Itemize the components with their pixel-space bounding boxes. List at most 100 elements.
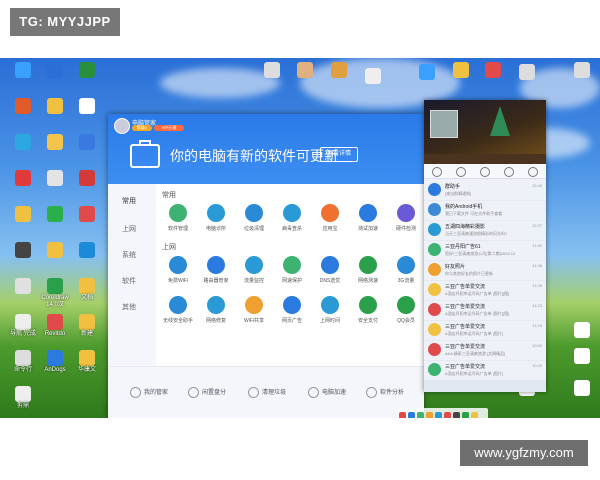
contact-item[interactable]: 三亚广告单爱交流 AAA 精彩三亚清爽旅游 [文摘精品] 10:52	[424, 340, 546, 361]
tool-item[interactable]: QQ会员	[386, 296, 424, 324]
contact-item[interactable]: 三亚广告单爱交流 A酒店丹阳幸运号码广告单 [图片] 11:15	[424, 320, 546, 341]
desktop-icon[interactable]	[565, 348, 599, 365]
desktop-icon[interactable]: 新建	[70, 314, 104, 338]
tab-space[interactable]	[504, 167, 514, 177]
desktop-icon[interactable]	[70, 170, 104, 187]
desktop-icon[interactable]	[6, 170, 40, 187]
desktop-icon[interactable]	[565, 322, 599, 339]
tab-messages[interactable]	[528, 167, 538, 177]
desktop-icon[interactable]	[70, 98, 104, 115]
tool-item[interactable]: 路由器管家	[196, 256, 236, 284]
desktop-icon[interactable]	[70, 242, 104, 259]
vip-badge[interactable]: VIP开通	[154, 125, 184, 131]
avatar[interactable]	[114, 118, 130, 134]
desktop-icon[interactable]	[6, 98, 40, 115]
tool-item[interactable]: 网络修复	[196, 296, 236, 324]
desktop-icon[interactable]: 华康文	[70, 350, 104, 374]
view-details-button[interactable]: 查看详情	[320, 147, 358, 162]
footer-clean[interactable]: 清理垃圾	[248, 387, 286, 398]
tray-icon[interactable]	[399, 412, 406, 418]
footer-analysis[interactable]: 软件分析	[366, 387, 404, 398]
footer-speedup[interactable]: 电脑加速	[308, 387, 346, 398]
desktop-icon[interactable]	[6, 242, 40, 259]
tray-icon[interactable]	[408, 412, 415, 418]
desktop-icon[interactable]: 剪鼎	[6, 386, 40, 410]
contact-item[interactable]: 三亚广告单爱交流 A酒店丹阳幸运号码广告单 [图片][图] 11:23	[424, 300, 546, 321]
tray-icon[interactable]	[444, 412, 451, 418]
desktop-icon[interactable]	[6, 134, 40, 151]
tool-item[interactable]: 网络测速	[348, 256, 388, 284]
avatar[interactable]	[430, 110, 458, 138]
tray-icon[interactable]	[462, 412, 469, 418]
sidebar-item-other[interactable]: 其他	[122, 302, 136, 312]
desktop-icon[interactable]	[70, 62, 104, 79]
desktop-icon[interactable]	[476, 62, 510, 79]
desktop-icon[interactable]	[322, 62, 356, 79]
desktop-icon[interactable]	[6, 62, 40, 79]
desktop-icon[interactable]	[510, 64, 544, 81]
desktop-icon[interactable]: AnDogs	[38, 350, 72, 374]
desktop-icon[interactable]	[38, 242, 72, 259]
tab-friends[interactable]	[456, 167, 466, 177]
tool-item[interactable]: 安全支付	[348, 296, 388, 324]
desktop-icon[interactable]: 命令行	[6, 350, 40, 374]
tool-item[interactable]: 软件管理	[158, 204, 198, 232]
desktop-icon[interactable]	[410, 64, 444, 81]
tool-item[interactable]: 垃圾清理	[234, 204, 274, 232]
tool-item[interactable]: 上网时间	[310, 296, 350, 324]
tray-icon[interactable]	[453, 412, 460, 418]
contact-item[interactable]: 三亚广告单爱交流 A酒店丹阳幸运号码广告单 [图片] 10:30	[424, 360, 546, 381]
desktop-icon[interactable]	[70, 206, 104, 223]
footer-my-manager[interactable]: 我的管家	[130, 387, 168, 398]
desktop-icon[interactable]	[70, 134, 104, 151]
desktop-icon[interactable]	[38, 206, 72, 223]
contact-item[interactable]: 群助手 [来自群聊通知] 12:46	[424, 180, 546, 201]
contact-item[interactable]: 我的Android手机 我已下载文件 可在文件助手查看	[424, 200, 546, 221]
desktop-icon[interactable]	[565, 62, 599, 79]
tool-item[interactable]: 电脑诊所	[196, 204, 236, 232]
desktop-icon[interactable]	[38, 170, 72, 187]
desktop-icon[interactable]	[288, 62, 322, 79]
search-input[interactable]	[424, 154, 546, 164]
desktop-icon[interactable]	[38, 62, 72, 79]
contact-item[interactable]: 三亚广告单爱交流 A酒店丹阳幸运号码广告单 [图片][图] 11:28	[424, 280, 546, 301]
tool-item[interactable]: DNS选优	[310, 256, 350, 284]
tool-item[interactable]: WiFi共享	[234, 296, 274, 324]
desktop-icon[interactable]	[38, 134, 72, 151]
desktop-icon[interactable]	[255, 62, 289, 79]
sidebar-item-system[interactable]: 系统	[122, 250, 136, 260]
contact-item[interactable]: 五湖四海精彩摄影 当天三亚清爽漫游很精彩的风光吗? 12:37	[424, 220, 546, 241]
tray-icon[interactable]	[471, 412, 478, 418]
contact-item[interactable]: 三亚丹阳广告61 您好!三亚清爽旅游公司(第二期)2024.12 11:40	[424, 240, 546, 261]
tool-item[interactable]: 无线安全助手	[158, 296, 198, 324]
desktop-icon[interactable]	[38, 98, 72, 115]
tray-icon[interactable]	[426, 412, 433, 418]
desktop-icon[interactable]	[6, 206, 40, 223]
tool-item[interactable]: 流量监控	[234, 256, 274, 284]
tool-item[interactable]: 测试加速	[348, 204, 388, 232]
desktop-icon[interactable]	[6, 278, 40, 295]
tab-contacts[interactable]	[432, 167, 442, 177]
sidebar-item-software[interactable]: 软件	[122, 276, 136, 286]
contact-item[interactable]: 好友照片 你与其他好友的照片已更新 11:36	[424, 260, 546, 281]
tool-item[interactable]: 网页广告	[272, 296, 312, 324]
desktop-icon[interactable]: 文档	[70, 278, 104, 302]
tool-item[interactable]: 免费WiFi	[158, 256, 198, 284]
desktop-icon[interactable]	[356, 68, 390, 85]
desktop-icon[interactable]	[565, 380, 599, 397]
tab-groups[interactable]	[480, 167, 490, 177]
tool-item[interactable]: 网速保护	[272, 256, 312, 284]
footer-disk[interactable]: 闲置盘分	[188, 387, 226, 398]
sidebar-item-common[interactable]: 常用	[122, 196, 136, 206]
tool-item[interactable]: 3G流量	[386, 256, 424, 284]
desktop-icon[interactable]: Coreldraw 14.0汉	[38, 278, 72, 309]
desktop-icon[interactable]: Revitdo	[38, 314, 72, 338]
tool-item[interactable]: 硬件检测	[386, 204, 424, 232]
tray-icon[interactable]	[435, 412, 442, 418]
tool-item[interactable]: 病毒查杀	[272, 204, 312, 232]
tool-item[interactable]: 应用宝	[310, 204, 350, 232]
tray-icon[interactable]	[417, 412, 424, 418]
desktop-icon[interactable]: 导航 完成	[6, 314, 40, 338]
sidebar-item-internet[interactable]: 上网	[122, 224, 136, 234]
desktop-icon[interactable]	[444, 62, 478, 79]
